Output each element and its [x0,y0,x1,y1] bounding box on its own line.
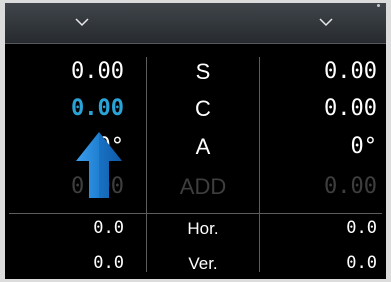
left-horizontal-value[interactable]: 0.0 [93,220,124,237]
chevron-down-icon [319,18,333,27]
right-cylinder-value[interactable]: 0.00 [324,98,377,120]
left-sphere-value[interactable]: 0.00 [71,61,124,83]
column-divider-left [146,57,147,272]
left-cylinder-value[interactable]: 0.00 [71,98,124,120]
eye-selector-bar [5,3,386,44]
right-horizontal-value[interactable]: 0.0 [346,220,377,237]
indicator-dot [377,4,380,7]
right-add-value[interactable]: 0.00 [324,176,377,198]
cylinder-label: C [195,96,211,121]
chevron-down-icon [75,18,89,27]
add-label: ADD [179,174,227,199]
sphere-label: S [195,59,211,84]
right-vertical-value[interactable]: 0.0 [346,255,377,272]
left-vertical-value[interactable]: 0.0 [93,255,124,272]
left-eye-dropdown[interactable] [71,12,93,32]
vertical-label: Ver. [188,254,218,273]
horizontal-label: Hor. [187,219,219,238]
right-sphere-value[interactable]: 0.00 [324,61,377,83]
refraction-panel: 0.00 S 0.00 0.00 C 0.00 0° A 0° 0.00 ADD… [5,3,386,279]
row-divider [9,213,382,214]
axis-label: A [195,134,211,159]
right-axis-value[interactable]: 0° [351,136,378,158]
column-divider-right [259,57,260,272]
right-eye-dropdown[interactable] [315,12,337,32]
arrow-up-icon[interactable] [75,131,123,199]
